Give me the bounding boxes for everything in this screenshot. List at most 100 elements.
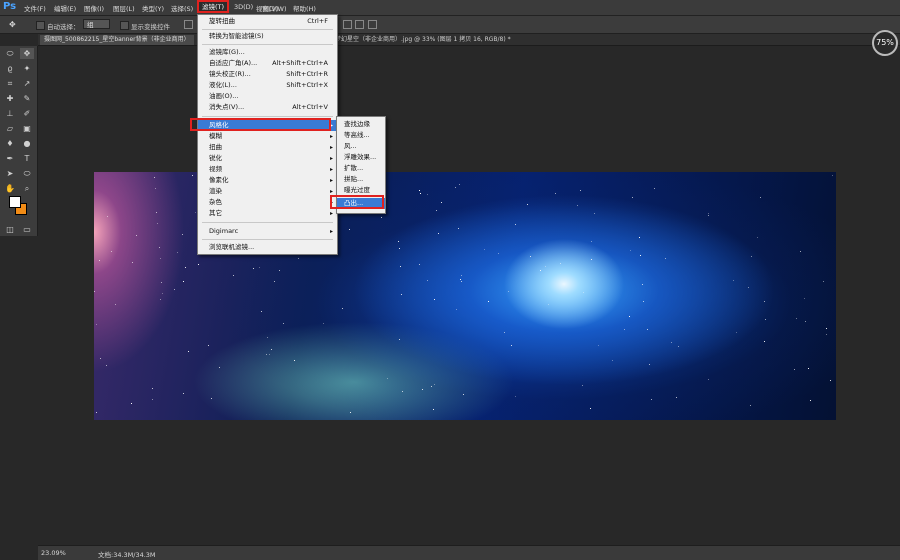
star-speck xyxy=(639,237,640,238)
stamp-tool-icon[interactable]: ⊥ xyxy=(3,108,17,119)
submenu-arrow-icon: ▸ xyxy=(329,166,333,173)
type-tool-icon[interactable]: T xyxy=(20,153,34,164)
filter-menu-item[interactable]: 浏览联机滤镜... xyxy=(198,242,337,253)
quick-mask-icon[interactable]: ◫ xyxy=(3,224,17,235)
star-speck xyxy=(253,268,254,269)
filter-menu-item[interactable]: 转换为智能滤镜(S) xyxy=(198,31,337,42)
filter-menu-item[interactable]: 液化(L)... Shift+Ctrl+X xyxy=(198,80,337,91)
shape-tool-icon[interactable]: ⬭ xyxy=(20,168,34,179)
submenu-arrow-icon: ▸ xyxy=(329,144,333,151)
auto-select-dropdown[interactable]: 组 xyxy=(83,19,110,29)
star-speck xyxy=(185,267,186,268)
document-tab-active[interactable]: 摄图网_500862215_星空banner背景（非企业商用） xyxy=(40,35,194,45)
move-tool-icon[interactable]: ✥ xyxy=(9,20,18,29)
distribute-vertical-icon[interactable] xyxy=(355,20,364,29)
star-speck xyxy=(434,299,435,300)
filter-menu-item[interactable]: 像素化 ▸ xyxy=(198,175,337,186)
submenu-item[interactable]: 拼贴... xyxy=(337,174,385,185)
distribute-icon[interactable] xyxy=(343,20,352,29)
filter-menu-item[interactable]: 渲染 ▸ xyxy=(198,186,337,197)
star-speck xyxy=(152,388,153,389)
filter-menu-item[interactable]: 镜头校正(R)... Shift+Ctrl+R xyxy=(198,69,337,80)
filter-menu-item[interactable]: 锐化 ▸ xyxy=(198,153,337,164)
star-speck xyxy=(350,412,351,413)
menu-image[interactable]: 图像(I) xyxy=(84,3,104,13)
star-speck xyxy=(461,275,462,276)
filter-menu-item[interactable]: 自适应广角(A)... Alt+Shift+Ctrl+A xyxy=(198,58,337,69)
star-speck xyxy=(387,378,388,379)
star-speck xyxy=(530,256,531,257)
screen-mode-icon[interactable]: ▭ xyxy=(20,224,34,235)
menu-type[interactable]: 类型(Y) xyxy=(142,3,164,13)
show-transform-label: 显示变换控件 xyxy=(131,23,170,31)
star-speck xyxy=(640,255,641,256)
star-speck xyxy=(441,202,442,203)
star-speck xyxy=(427,194,428,195)
filter-menu-item[interactable]: 视频 ▸ xyxy=(198,164,337,175)
filter-menu-item[interactable]: 消失点(V)... Alt+Ctrl+V xyxy=(198,102,337,113)
blur-tool-icon[interactable]: ♦ xyxy=(3,138,17,149)
menu-divider xyxy=(202,239,333,240)
menu-file[interactable]: 文件(F) xyxy=(24,3,46,13)
star-speck xyxy=(419,264,420,265)
lasso-tool-icon[interactable]: ϱ xyxy=(3,63,17,74)
filter-menu-item[interactable]: 其它 ▸ xyxy=(198,208,337,219)
pen-tool-icon[interactable]: ✒ xyxy=(3,153,17,164)
filter-menu-item[interactable]: 滤镜库(G)... xyxy=(198,47,337,58)
filter-menu-item[interactable]: 旋转扭曲 Ctrl+F xyxy=(198,16,337,27)
move-tool-icon[interactable]: ✥ xyxy=(20,48,34,59)
menu-edit[interactable]: 编辑(E) xyxy=(54,3,76,13)
menu-help[interactable]: 帮助(H) xyxy=(293,3,316,13)
star-speck xyxy=(283,323,284,324)
history-brush-tool-icon[interactable]: ✐ xyxy=(20,108,34,119)
filter-menu-item[interactable]: 模糊 ▸ xyxy=(198,131,337,142)
auto-select-checkbox[interactable] xyxy=(36,21,45,30)
submenu-item[interactable]: 浮雕效果... xyxy=(337,152,385,163)
submenu-item[interactable]: 风... xyxy=(337,141,385,152)
zoom-tool-icon[interactable]: ⌕ xyxy=(20,183,34,194)
magic-wand-tool-icon[interactable]: ✦ xyxy=(20,63,34,74)
star-speck xyxy=(155,188,156,189)
submenu-item[interactable]: 查找边缘 xyxy=(337,119,385,130)
menu-select[interactable]: 选择(S) xyxy=(171,3,193,13)
star-speck xyxy=(736,332,737,333)
star-speck xyxy=(555,193,556,194)
submenu-item[interactable]: 扩散... xyxy=(337,163,385,174)
filter-menu-item[interactable]: 扭曲 ▸ xyxy=(198,142,337,153)
path-select-tool-icon[interactable]: ➤ xyxy=(3,168,17,179)
healing-tool-icon[interactable]: ✚ xyxy=(3,93,17,104)
submenu-arrow-icon: ▸ xyxy=(329,177,333,184)
show-transform-checkbox[interactable] xyxy=(120,21,129,30)
menu-window[interactable]: 窗口(W) xyxy=(262,3,287,13)
align-top-icon[interactable] xyxy=(184,20,193,29)
eyedropper-tool-icon[interactable]: ↗ xyxy=(20,78,34,89)
eraser-tool-icon[interactable]: ▱ xyxy=(3,123,17,134)
star-speck xyxy=(198,264,199,265)
submenu-item[interactable]: 等高线... xyxy=(337,130,385,141)
star-speck xyxy=(560,263,561,264)
star-speck xyxy=(208,345,209,346)
brush-tool-icon[interactable]: ✎ xyxy=(20,93,34,104)
foreground-color-front[interactable] xyxy=(9,196,21,208)
filter-menu-item[interactable]: 油画(O)... xyxy=(198,91,337,102)
filter-menu-item[interactable]: Digimarc ▸ xyxy=(198,226,337,237)
hand-tool-icon[interactable]: ✋ xyxy=(3,183,17,194)
menu-divider xyxy=(202,222,333,223)
crop-tool-icon[interactable]: ⌗ xyxy=(3,78,17,89)
star-speck xyxy=(632,197,633,198)
filter-menu-item[interactable]: 杂色 ▸ xyxy=(198,197,337,208)
gradient-tool-icon[interactable]: ▣ xyxy=(20,123,34,134)
auto-align-icon[interactable] xyxy=(368,20,377,29)
star-speck xyxy=(612,360,613,361)
star-speck xyxy=(456,309,457,310)
status-zoom[interactable]: 23.09% xyxy=(41,549,66,557)
marquee-tool-icon[interactable]: ⬭ xyxy=(3,48,17,59)
menu-filter[interactable]: 滤镜(T) xyxy=(197,0,229,13)
document-tab-secondary[interactable]: 梦幻星空（非企业商用）.jpg @ 33% (图层 1 拷贝 16, RGB/8… xyxy=(335,35,511,45)
menu-layer[interactable]: 图层(L) xyxy=(113,3,135,13)
dodge-tool-icon[interactable]: ● xyxy=(20,138,34,149)
star-speck xyxy=(757,237,758,238)
menu-3d[interactable]: 3D(D) xyxy=(234,3,253,11)
star-speck xyxy=(431,386,432,387)
star-speck xyxy=(708,213,709,214)
